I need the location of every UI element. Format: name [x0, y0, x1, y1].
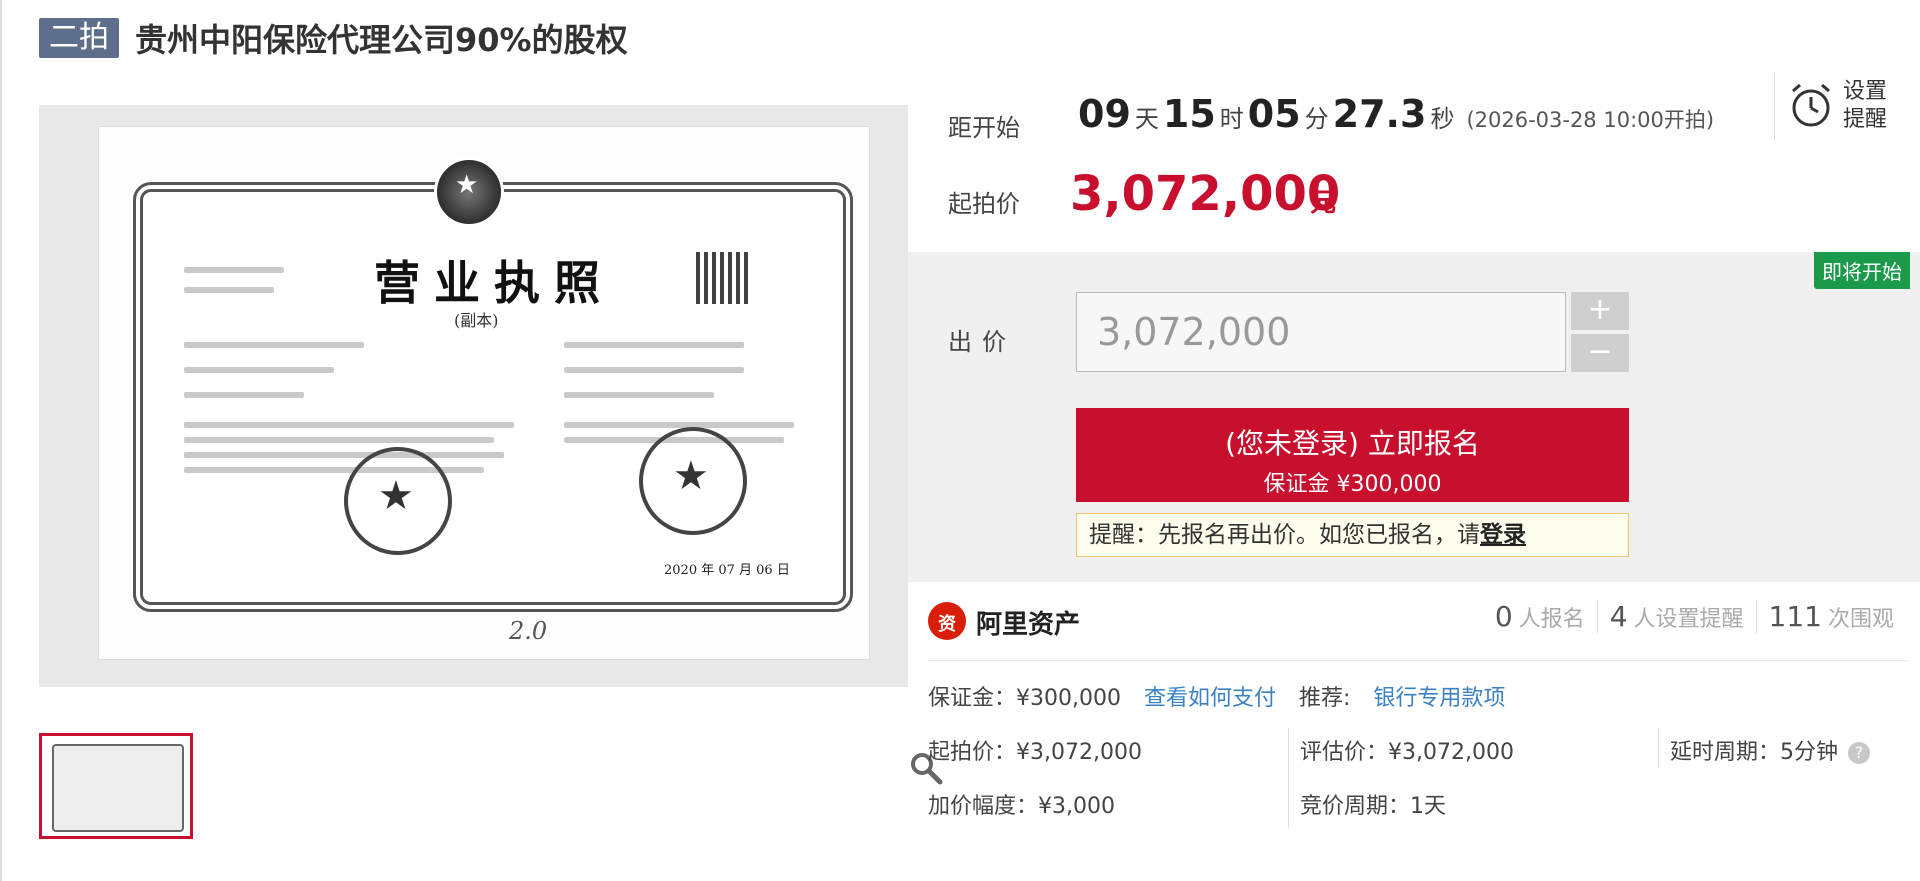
- bid-stepper: + −: [1571, 292, 1629, 372]
- signup-button-label: (您未登录) 立即报名: [1225, 427, 1480, 460]
- stat-number: 111: [1768, 600, 1822, 633]
- national-emblem-icon: [434, 157, 504, 227]
- deposit-row: 保证金：¥300,000 查看如何支付 推荐: 银行专用款项: [928, 680, 1505, 712]
- bid-label: 出价: [948, 328, 1016, 356]
- countdown-seconds-unit: 秒: [1430, 105, 1455, 133]
- doc-text-line: [564, 392, 714, 398]
- stat-label: 次围观: [1827, 607, 1894, 632]
- bank-account-link[interactable]: 银行专用款项: [1373, 686, 1505, 711]
- how-to-pay-link[interactable]: 查看如何支付: [1144, 686, 1276, 711]
- handwritten-mark: 2.0: [509, 617, 548, 645]
- detail-delay: 延时周期：5分钟?: [1670, 734, 1870, 766]
- detail-start-price: 起拍价：¥3,072,000: [928, 740, 1142, 765]
- countdown-timer: 09 天 15 时 05 分 27.3 秒 (2026-03-28 10:00开…: [1078, 92, 1714, 136]
- doc-text-line: [564, 342, 744, 348]
- doc-text-line: [184, 452, 504, 458]
- start-price-value: 3,072,000: [1070, 166, 1341, 222]
- countdown-days-unit: 天: [1134, 105, 1159, 133]
- signup-deposit: 保证金 ¥300,000: [1263, 472, 1442, 497]
- notice-text: 提醒：先报名再出价。如您已报名，请: [1089, 522, 1480, 548]
- doc-text-line: [184, 392, 304, 398]
- stat-label: 人报名: [1518, 607, 1585, 632]
- alarm-clock-icon: [1792, 83, 1830, 127]
- doc-text-line: [184, 367, 334, 373]
- stat-number: 4: [1609, 600, 1628, 633]
- divider: [1288, 728, 1289, 828]
- recommend-label: 推荐:: [1299, 686, 1351, 711]
- question-circle-icon[interactable]: ?: [1848, 742, 1870, 764]
- set-reminder-button[interactable]: 设置提醒: [1774, 72, 1893, 140]
- countdown-seconds: 27.3: [1332, 92, 1427, 136]
- stat-number: 0: [1494, 600, 1513, 633]
- stat-signups: 0 人报名: [1483, 600, 1597, 633]
- license-title: 营业执照: [374, 256, 614, 310]
- set-reminder-label: 设置提醒: [1843, 79, 1888, 132]
- stat-reminders: 4 人设置提醒: [1596, 600, 1756, 633]
- page-edge: [0, 0, 2, 881]
- doc-text-line: [184, 287, 274, 293]
- doc-text-line: [184, 422, 514, 428]
- license-date: 2020 年 07 月 06 日: [664, 563, 790, 578]
- item-title: 贵州中阳保险代理公司90%的股权: [135, 21, 628, 59]
- status-badge: 即将开始: [1814, 252, 1910, 289]
- business-license-image: 营业执照 (副本) 2020 年 07 月 06 日 2.0: [99, 127, 869, 659]
- doc-text-line: [184, 267, 284, 273]
- detail-appraisal: 评估价：¥3,072,000: [1300, 740, 1514, 765]
- start-price-label: 起拍价: [948, 190, 1020, 218]
- official-seal-icon: [344, 447, 452, 555]
- divider: [1658, 728, 1659, 768]
- doc-text-line: [564, 367, 744, 373]
- ali-asset-logo-icon: [928, 602, 966, 640]
- open-time: (2026-03-28 10:00开拍): [1466, 108, 1715, 132]
- decrease-bid-button[interactable]: −: [1571, 334, 1629, 372]
- detail-increment: 加价幅度：¥3,000: [928, 794, 1115, 819]
- countdown-minutes-unit: 分: [1304, 105, 1329, 133]
- platform-stats-row: 阿里资产 0 人报名 4 人设置提醒 111 次围观: [908, 582, 1920, 660]
- doc-text-line: [564, 422, 794, 428]
- increase-bid-button[interactable]: +: [1571, 292, 1629, 330]
- login-notice: 提醒：先报名再出价。如您已报名，请登录: [1076, 513, 1629, 557]
- signup-button[interactable]: (您未登录) 立即报名 保证金 ¥300,000: [1076, 408, 1629, 502]
- countdown-hours: 15: [1162, 92, 1216, 136]
- round-badge: 二拍: [39, 18, 119, 58]
- login-link[interactable]: 登录: [1480, 522, 1526, 548]
- start-price-unit: 元: [1310, 188, 1337, 218]
- thumbnail-preview: [52, 744, 184, 832]
- auction-stats: 0 人报名 4 人设置提醒 111 次围观: [1483, 600, 1906, 633]
- title-row: 二拍 贵州中阳保险代理公司90%的股权: [39, 18, 628, 59]
- bid-amount-input[interactable]: 3,072,000: [1076, 292, 1566, 372]
- bid-box: 即将开始 出价 3,072,000 + − (您未登录) 立即报名 保证金 ¥3…: [908, 252, 1920, 582]
- countdown-minutes: 05: [1247, 92, 1301, 136]
- doc-text-line: [184, 342, 364, 348]
- qr-code-icon: [696, 252, 748, 304]
- main-image-viewer[interactable]: 营业执照 (副本) 2020 年 07 月 06 日 2.0: [39, 105, 943, 785]
- stat-label: 人设置提醒: [1633, 607, 1744, 632]
- image-thumbnail[interactable]: [39, 733, 193, 839]
- detail-bid-cycle: 竞价周期：1天: [1300, 794, 1446, 819]
- countdown-days: 09: [1078, 92, 1131, 136]
- license-subtitle: (副本): [454, 311, 499, 330]
- doc-text-line: [184, 437, 494, 443]
- countdown-label: 距开始: [948, 114, 1020, 142]
- divider: [928, 660, 1908, 661]
- platform-name: 阿里资产: [976, 610, 1081, 640]
- auction-info: 距开始 09 天 15 时 05 分 27.3 秒 (2026-03-28 10…: [908, 70, 1920, 252]
- countdown-hours-unit: 时: [1219, 105, 1244, 133]
- stat-views: 111 次围观: [1755, 600, 1906, 633]
- delay-period: 延时周期：5分钟: [1670, 740, 1838, 765]
- official-seal-icon: [639, 427, 747, 535]
- deposit-info: 保证金：¥300,000: [928, 686, 1121, 711]
